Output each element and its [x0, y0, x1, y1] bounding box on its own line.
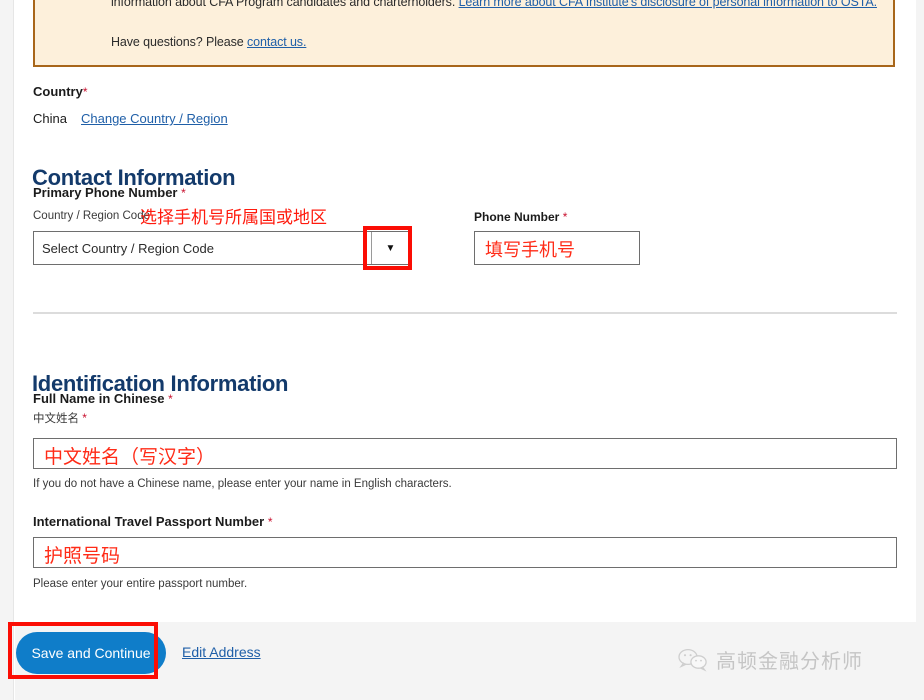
- page-root: information about CFA Program candidates…: [0, 0, 924, 700]
- full-name-chinese-label: Full Name in Chinese *: [33, 391, 173, 406]
- phone-number-label-text: Phone Number: [474, 210, 560, 224]
- full-name-chinese-label-text: Full Name in Chinese: [33, 391, 165, 406]
- form-content: information about CFA Program candidates…: [15, 0, 916, 622]
- notice-line-1-text: information about CFA Program candidates…: [111, 0, 456, 9]
- osta-disclosure-link[interactable]: Learn more about CFA Institute's disclos…: [459, 0, 877, 9]
- save-and-continue-button[interactable]: Save and Continue: [16, 632, 166, 674]
- privacy-notice-banner: information about CFA Program candidates…: [33, 0, 895, 67]
- full-name-required-star: *: [168, 392, 173, 406]
- country-required-star: *: [82, 85, 88, 99]
- primary-phone-number-label-text: Primary Phone Number: [33, 185, 178, 200]
- passport-number-help-text: Please enter your entire passport number…: [33, 578, 248, 590]
- full-name-sub-required-star: *: [82, 411, 87, 425]
- full-name-chinese-sub-label-text: 中文姓名: [33, 413, 79, 425]
- phone-number-input[interactable]: [474, 231, 640, 265]
- passport-number-input[interactable]: [33, 537, 897, 568]
- notice-line-2: Have questions? Please contact us.: [111, 35, 306, 49]
- phone-number-label: Phone Number *: [474, 210, 567, 224]
- country-region-code-select[interactable]: Select Country / Region Code ▼: [33, 231, 410, 265]
- passport-number-label-text: International Travel Passport Number: [33, 514, 265, 529]
- chevron-down-icon[interactable]: ▼: [371, 232, 409, 264]
- right-gutter: [916, 0, 924, 700]
- edit-address-link[interactable]: Edit Address: [182, 644, 261, 660]
- notice-line-1: information about CFA Program candidates…: [111, 0, 877, 9]
- full-name-chinese-input[interactable]: [33, 438, 897, 469]
- full-name-chinese-help-text: If you do not have a Chinese name, pleas…: [33, 478, 452, 490]
- notice-line-2-text: Have questions? Please: [111, 35, 244, 49]
- left-gutter: [0, 0, 14, 700]
- passport-number-label: International Travel Passport Number *: [33, 514, 272, 529]
- country-value: China: [33, 111, 67, 126]
- full-name-chinese-sub-label: 中文姓名 *: [33, 410, 87, 426]
- country-region-code-label: Country / Region Code: [33, 210, 150, 222]
- change-country-region-link[interactable]: Change Country / Region: [81, 111, 228, 126]
- form-footer: Save and Continue Edit Address: [15, 622, 916, 700]
- country-region-code-selected-value: Select Country / Region Code: [42, 240, 214, 256]
- section-divider: [33, 312, 897, 314]
- passport-required-star: *: [267, 515, 273, 529]
- contact-us-link[interactable]: contact us.: [247, 35, 306, 49]
- primary-phone-number-label: Primary Phone Number *: [33, 185, 186, 200]
- primary-phone-required-star: *: [181, 186, 186, 200]
- country-label: Country*: [33, 84, 88, 99]
- phone-number-required-star: *: [562, 210, 568, 224]
- country-label-text: Country: [33, 84, 83, 99]
